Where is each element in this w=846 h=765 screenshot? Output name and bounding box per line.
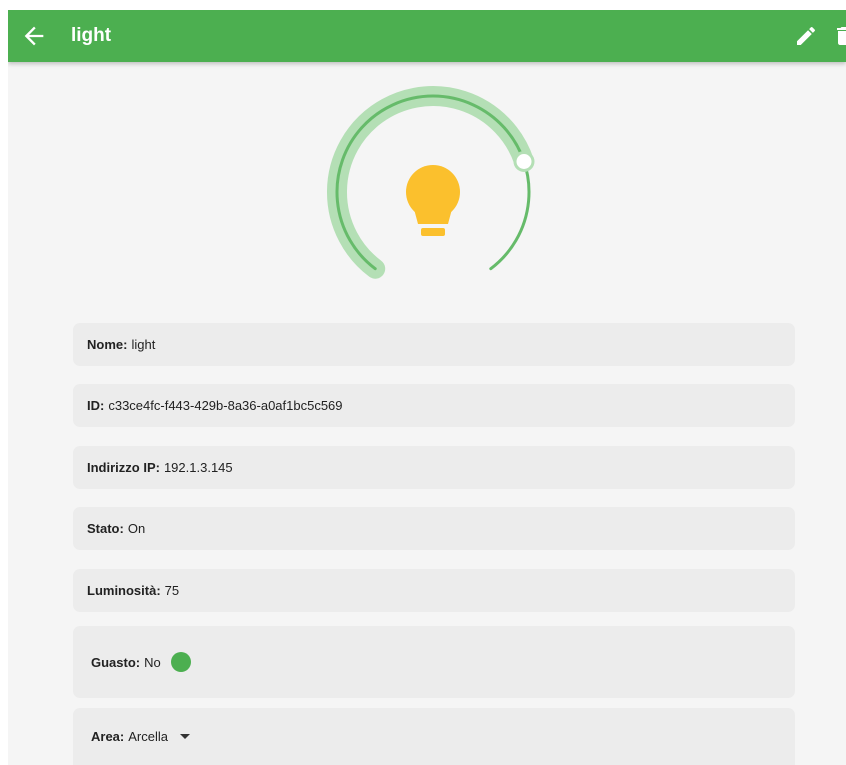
arrow-left-icon	[20, 22, 48, 50]
fault-field-card: Guasto: No	[73, 626, 795, 698]
state-field-card: Stato: On	[73, 507, 795, 550]
id-label: ID:	[87, 398, 105, 413]
area-field-card: Area: Arcella	[73, 708, 795, 765]
brightness-label: Luminosità:	[87, 583, 161, 598]
edit-button[interactable]	[794, 24, 818, 48]
id-value: c33ce4fc-f443-429b-8a36-a0af1bc5c569	[108, 398, 343, 413]
device-detail-screen: light Nome: light ID: c33ce4fc-f443-429b…	[8, 10, 846, 765]
fault-value: No	[144, 654, 161, 670]
delete-button[interactable]	[832, 24, 846, 48]
name-field-card: Nome: light	[73, 323, 795, 366]
state-label: Stato:	[87, 521, 124, 536]
area-dropdown[interactable]: Arcella	[128, 729, 190, 744]
id-field-card: ID: c33ce4fc-f443-429b-8a36-a0af1bc5c569	[73, 384, 795, 427]
ip-label: Indirizzo IP:	[87, 460, 160, 475]
brightness-value: 75	[164, 583, 180, 598]
state-value: On	[127, 521, 146, 536]
trash-icon	[832, 24, 846, 48]
back-button[interactable]	[20, 22, 48, 50]
ip-field-card: Indirizzo IP: 192.1.3.145	[73, 446, 795, 489]
area-label: Area:	[91, 729, 125, 744]
name-label: Nome:	[87, 337, 128, 352]
area-dropdown-value: Arcella	[128, 729, 168, 744]
gauge-handle[interactable]	[513, 151, 535, 172]
app-bar: light	[8, 10, 846, 62]
ip-value: 192.1.3.145	[163, 460, 233, 475]
fault-status-indicator	[170, 652, 191, 672]
pencil-icon	[794, 24, 818, 48]
page-title: light	[71, 25, 112, 46]
lightbulb-icon	[406, 165, 460, 236]
name-value: light	[131, 337, 156, 352]
fault-label: Guasto:	[91, 654, 141, 670]
brightness-field-card: Luminosità: 75	[73, 569, 795, 612]
dropdown-arrow-icon	[180, 734, 190, 739]
